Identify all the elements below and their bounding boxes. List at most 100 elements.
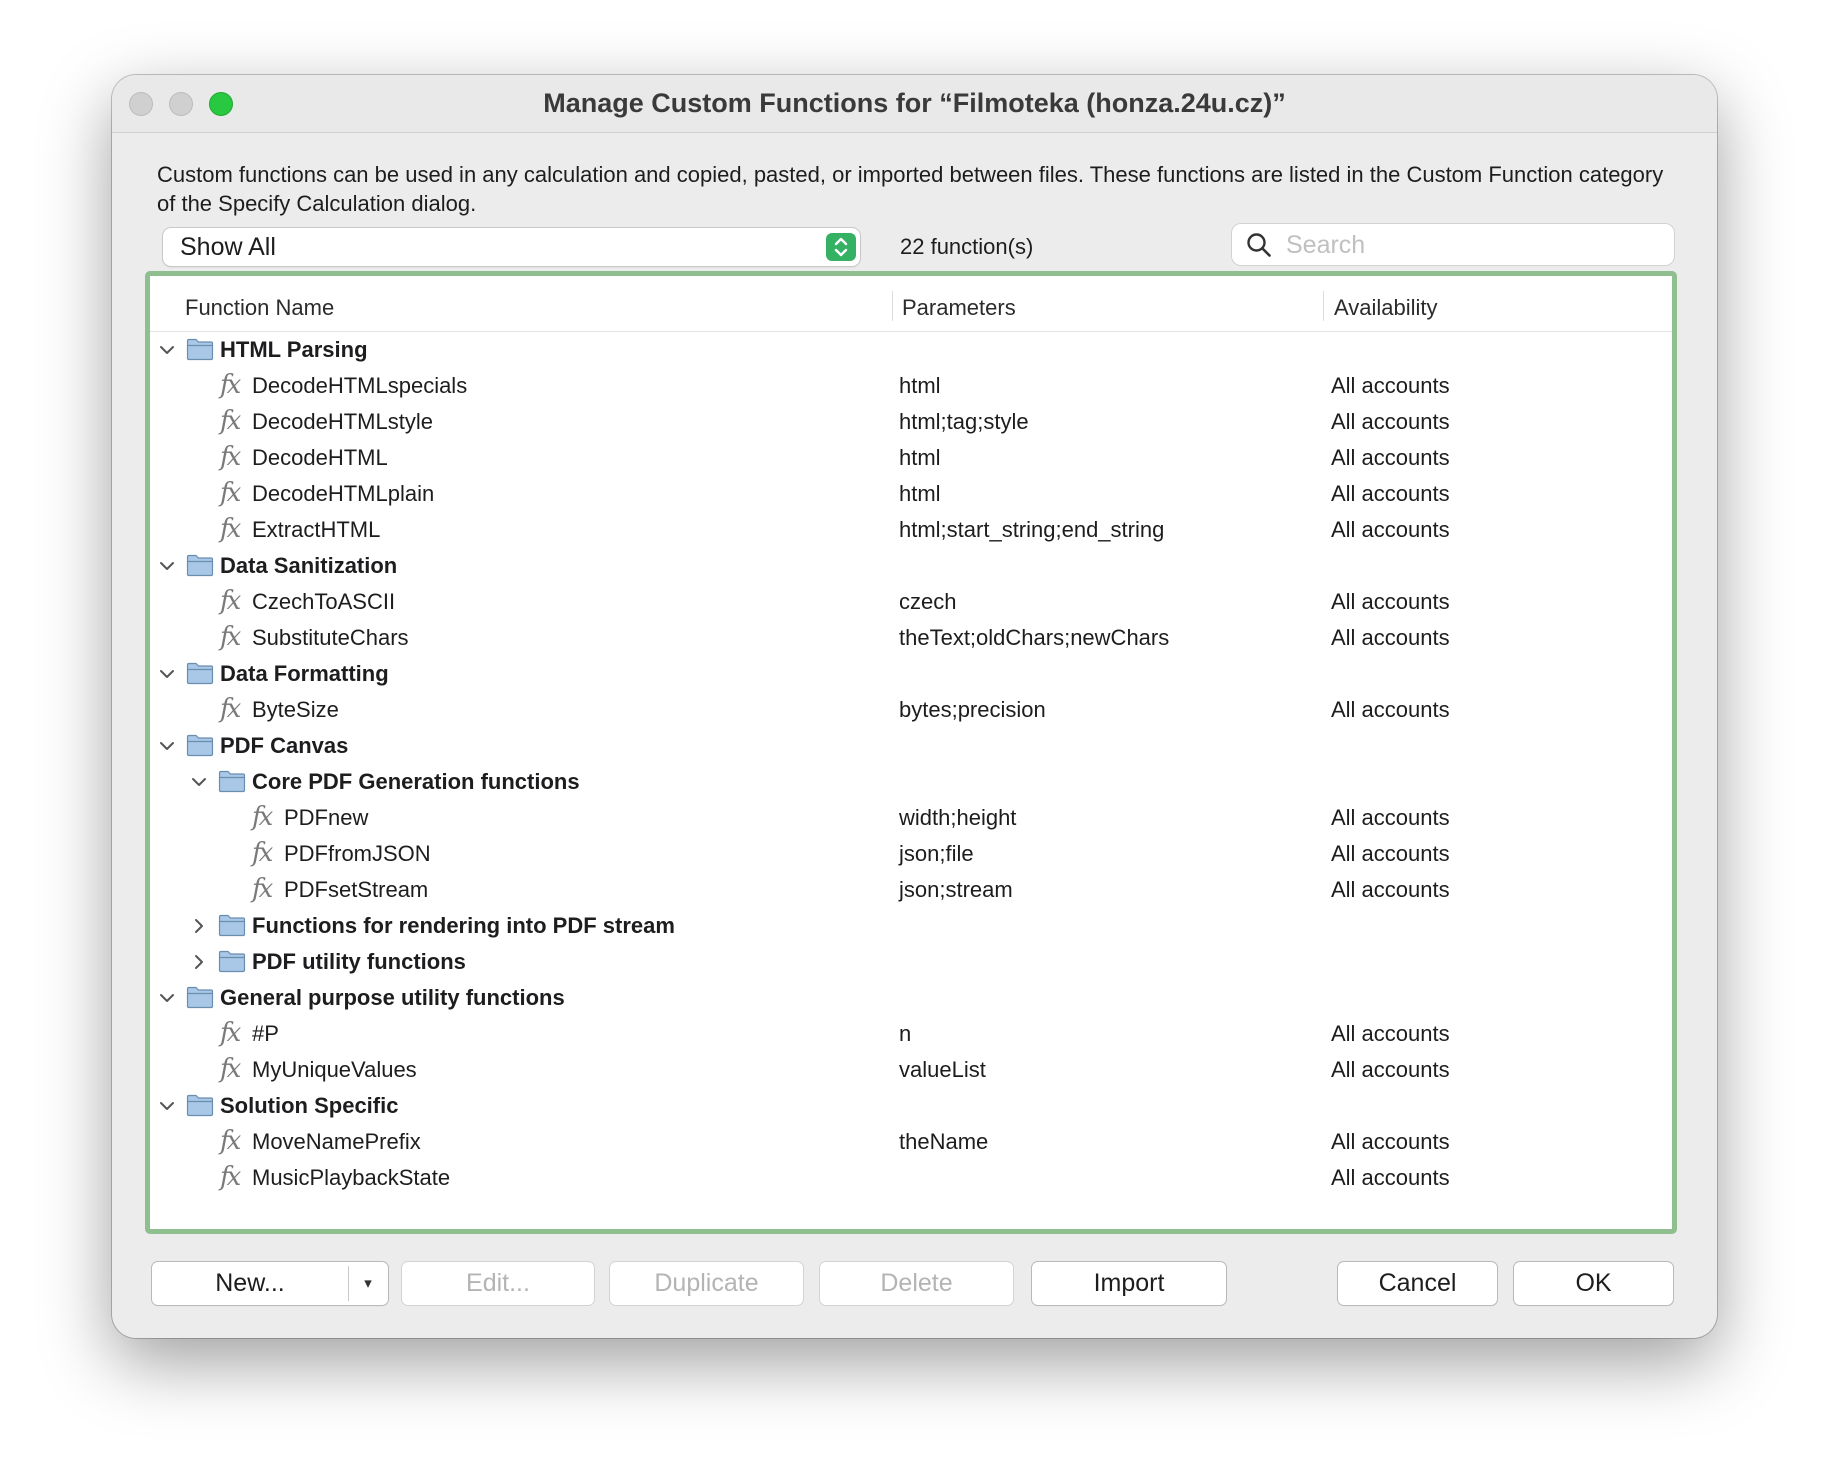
chevron-down-icon[interactable] xyxy=(158,665,176,683)
function-availability: All accounts xyxy=(1331,1021,1450,1046)
function-parameters: theName xyxy=(899,1129,989,1154)
group-name: Data Sanitization xyxy=(220,553,398,578)
function-availability: All accounts xyxy=(1331,481,1450,506)
function-row[interactable]: fx DecodeHTMLspecials html All accounts xyxy=(150,368,1672,404)
window-title: Manage Custom Functions for “Filmoteka (… xyxy=(543,88,1286,118)
function-row[interactable]: fx PDFfromJSON json;file All accounts xyxy=(150,836,1672,872)
chevron-down-icon[interactable] xyxy=(158,557,176,575)
new-button-label: New... xyxy=(215,1269,285,1297)
function-availability: All accounts xyxy=(1331,1057,1450,1082)
function-row[interactable]: fx DecodeHTMLstyle html;tag;style All accou… xyxy=(150,404,1672,440)
search-input[interactable] xyxy=(1284,228,1658,262)
list-header: Function Name Parameters Availability xyxy=(150,276,1672,332)
function-availability: All accounts xyxy=(1331,841,1450,866)
fx-icon: fx xyxy=(220,1126,241,1156)
folder-icon xyxy=(186,1093,214,1117)
function-availability: All accounts xyxy=(1331,589,1450,614)
column-header-availability[interactable]: Availability xyxy=(1334,295,1438,321)
fx-icon: fx xyxy=(220,478,241,508)
group-name: Core PDF Generation functions xyxy=(252,769,580,794)
fx-icon: fx xyxy=(220,370,241,400)
group-row[interactable]: PDF utility functions xyxy=(150,944,1672,980)
column-header-parameters[interactable]: Parameters xyxy=(902,295,1016,321)
group-name: Data Formatting xyxy=(220,661,389,686)
fx-icon: fx xyxy=(220,514,241,544)
group-row[interactable]: Data Sanitization xyxy=(150,548,1672,584)
function-row[interactable]: fx ExtractHTML html;start_string;end_strin… xyxy=(150,512,1672,548)
function-parameters: html xyxy=(899,373,941,398)
chevron-down-icon[interactable] xyxy=(158,341,176,359)
search-field[interactable] xyxy=(1232,224,1674,265)
search-icon xyxy=(1246,232,1272,263)
chevron-right-icon[interactable] xyxy=(190,917,208,935)
function-row[interactable]: fx MusicPlaybackState All accounts xyxy=(150,1160,1672,1196)
dialog-window: Manage Custom Functions for “Filmoteka (… xyxy=(112,75,1717,1338)
popup-stepper-icon xyxy=(826,233,856,261)
fx-icon: fx xyxy=(220,442,241,472)
cancel-button[interactable]: Cancel xyxy=(1338,1262,1497,1305)
column-divider[interactable] xyxy=(892,291,893,321)
fx-icon: fx xyxy=(252,838,273,868)
function-name: MusicPlaybackState xyxy=(252,1165,451,1190)
function-name: MyUniqueValues xyxy=(252,1057,417,1082)
chevron-down-icon[interactable] xyxy=(158,737,176,755)
folder-icon xyxy=(218,913,246,937)
import-button[interactable]: Import xyxy=(1032,1262,1226,1305)
ok-button[interactable]: OK xyxy=(1514,1262,1673,1305)
function-name: DecodeHTMLstyle xyxy=(252,409,433,434)
fx-icon: fx xyxy=(220,1162,241,1192)
group-name: Functions for rendering into PDF stream xyxy=(252,913,675,938)
title-bar[interactable]: Manage Custom Functions for “Filmoteka (… xyxy=(112,75,1717,133)
function-row[interactable]: fx PDFsetStream json;stream All accounts xyxy=(150,872,1672,908)
function-parameters: html;tag;style xyxy=(899,409,1029,434)
group-row[interactable]: PDF Canvas xyxy=(150,728,1672,764)
fx-icon: fx xyxy=(220,1018,241,1048)
function-row[interactable]: fx CzechToASCII czech All accounts xyxy=(150,584,1672,620)
group-name: Solution Specific xyxy=(220,1093,399,1118)
delete-button[interactable]: Delete xyxy=(820,1262,1013,1305)
group-row[interactable]: HTML Parsing xyxy=(150,332,1672,368)
functions-list-focus-ring: Function Name Parameters Availability HT… xyxy=(145,271,1677,1234)
function-row[interactable]: fx DecodeHTML html All accounts xyxy=(150,440,1672,476)
function-parameters: bytes;precision xyxy=(899,697,1046,722)
function-parameters: html xyxy=(899,445,941,470)
group-row[interactable]: Core PDF Generation functions xyxy=(150,764,1672,800)
function-availability: All accounts xyxy=(1331,517,1450,542)
chevron-down-icon[interactable] xyxy=(158,989,176,1007)
function-name: SubstituteChars xyxy=(252,625,409,650)
new-menu-arrow-icon[interactable]: ▾ xyxy=(348,1262,388,1305)
function-availability: All accounts xyxy=(1331,805,1450,830)
chevron-down-icon[interactable] xyxy=(158,1097,176,1115)
show-filter-popup[interactable]: Show All xyxy=(163,228,860,266)
fx-icon: fx xyxy=(220,694,241,724)
duplicate-button[interactable]: Duplicate xyxy=(610,1262,803,1305)
edit-button[interactable]: Edit... xyxy=(402,1262,594,1305)
group-row[interactable]: Solution Specific xyxy=(150,1088,1672,1124)
new-button[interactable]: New... ▾ xyxy=(152,1262,388,1305)
chevron-right-icon[interactable] xyxy=(190,953,208,971)
function-row[interactable]: fx PDFnew width;height All accounts xyxy=(150,800,1672,836)
column-divider[interactable] xyxy=(1323,291,1324,321)
fx-icon: fx xyxy=(220,406,241,436)
chevron-down-icon[interactable] xyxy=(190,773,208,791)
functions-list[interactable]: Function Name Parameters Availability HT… xyxy=(150,276,1672,1229)
function-row[interactable]: fx SubstituteChars theText;oldChars;newCha… xyxy=(150,620,1672,656)
folder-icon xyxy=(186,337,214,361)
function-name: PDFnew xyxy=(284,805,369,830)
function-parameters: width;height xyxy=(899,805,1017,830)
function-row[interactable]: fx MoveNamePrefix theName All accounts xyxy=(150,1124,1672,1160)
group-row[interactable]: Functions for rendering into PDF stream xyxy=(150,908,1672,944)
function-availability: All accounts xyxy=(1331,409,1450,434)
group-row[interactable]: General purpose utility functions xyxy=(150,980,1672,1016)
group-row[interactable]: Data Formatting xyxy=(150,656,1672,692)
function-parameters: theText;oldChars;newChars xyxy=(899,625,1170,650)
column-header-function-name[interactable]: Function Name xyxy=(185,295,334,321)
function-availability: All accounts xyxy=(1331,625,1450,650)
function-row[interactable]: fx #P n All accounts xyxy=(150,1016,1672,1052)
function-row[interactable]: fx DecodeHTMLplain html All accounts xyxy=(150,476,1672,512)
fx-icon: fx xyxy=(252,802,273,832)
function-row[interactable]: fx MyUniqueValues valueList All accounts xyxy=(150,1052,1672,1088)
function-row[interactable]: fx ByteSize bytes;precision All accounts xyxy=(150,692,1672,728)
group-name: General purpose utility functions xyxy=(220,985,565,1010)
group-name: PDF Canvas xyxy=(220,733,349,758)
